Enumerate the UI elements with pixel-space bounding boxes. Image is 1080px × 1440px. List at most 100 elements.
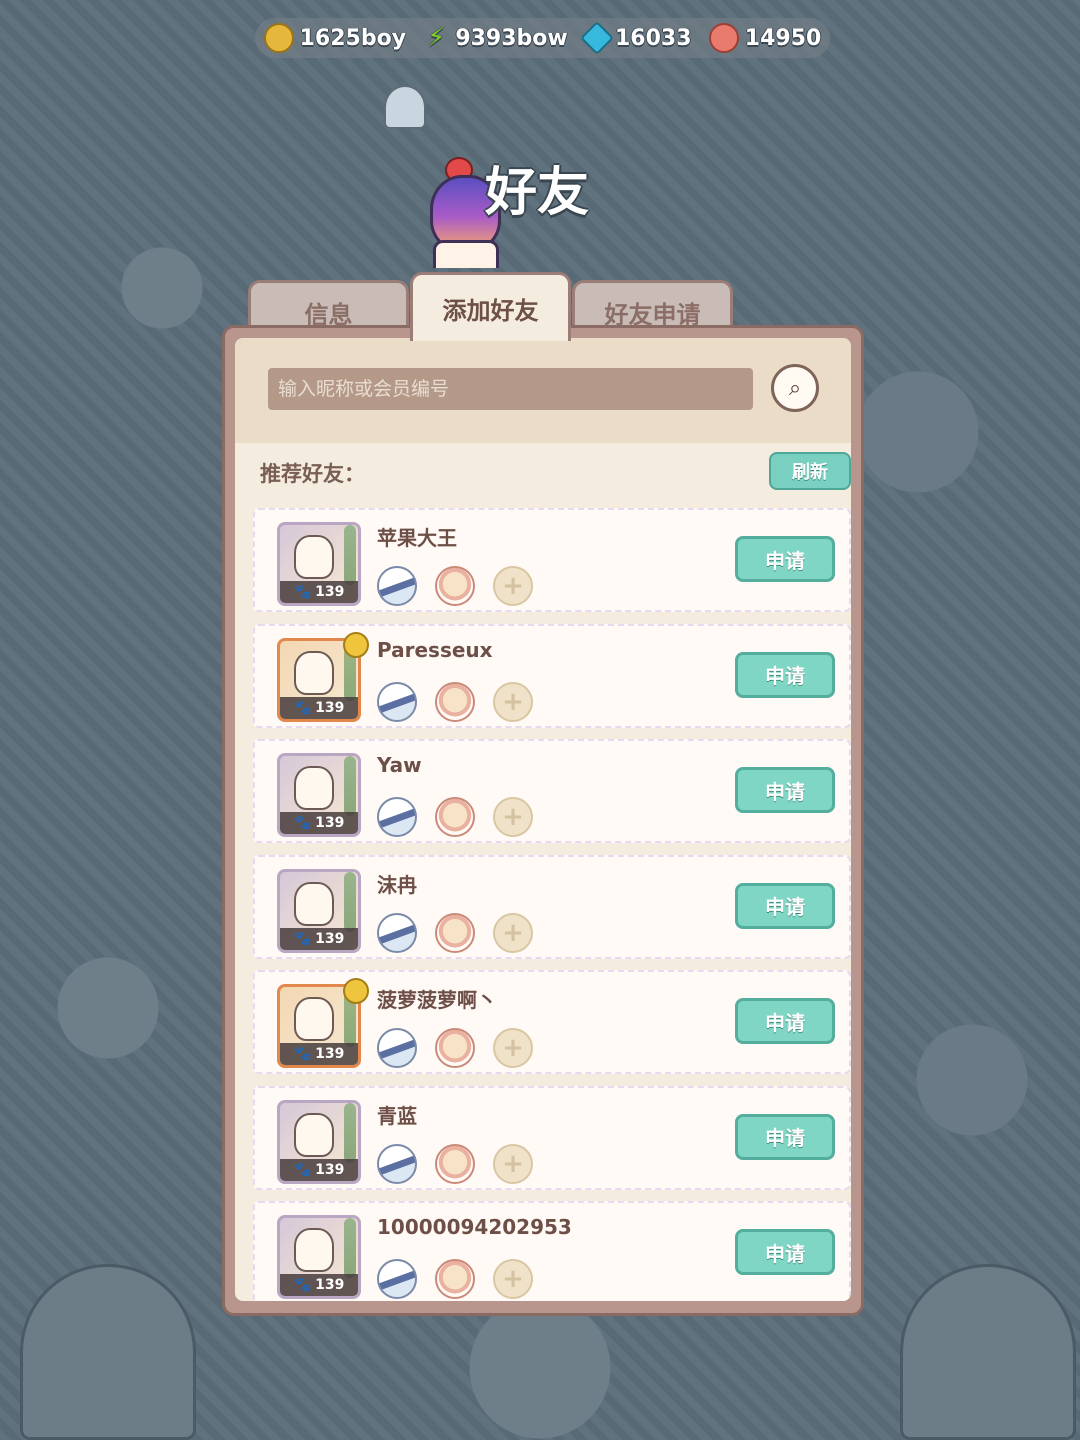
add-badge-icon[interactable]: + — [493, 681, 533, 722]
energy-value: 9393bow — [455, 25, 568, 51]
cat-icon — [294, 535, 334, 579]
shell-counter[interactable]: 14950 — [708, 23, 822, 53]
add-badge-icon[interactable]: + — [493, 1259, 533, 1299]
avatar[interactable]: 🐾 139 — [277, 1099, 361, 1184]
snow-globe-icon[interactable] — [384, 85, 426, 129]
apply-button[interactable]: 申请 — [735, 536, 835, 582]
apply-button[interactable]: 申请 — [735, 882, 835, 929]
apply-button[interactable]: 申请 — [735, 1229, 835, 1275]
friend-card: 🐾 139 菠萝菠萝啊丶 + 申请 — [253, 970, 851, 1074]
add-badge-icon[interactable]: + — [493, 797, 533, 837]
friend-card: 🐾 139 苹果大王 + 申请 — [253, 508, 851, 612]
level-badge: 🐾 139 — [280, 581, 358, 603]
star-badge-icon[interactable] — [435, 797, 475, 837]
friend-name: Yaw — [377, 753, 422, 777]
add-badge-icon[interactable]: + — [493, 1028, 533, 1068]
friends-panel: ⌕ 推荐好友： 刷新 🐾 139 苹果大王 + 申请 🐾 — [222, 325, 864, 1316]
badge-row: + — [377, 1143, 533, 1184]
friend-name: 苹果大王 — [377, 526, 457, 550]
cat-icon — [294, 997, 334, 1041]
wave-badge-icon[interactable] — [377, 566, 417, 606]
medal-icon — [343, 978, 369, 1004]
wave-badge-icon[interactable] — [377, 912, 417, 953]
add-badge-icon[interactable]: + — [493, 566, 533, 606]
level-value: 139 — [315, 815, 345, 831]
vine-decoration — [344, 1102, 356, 1163]
cat-icon — [294, 881, 334, 926]
search-area: ⌕ — [235, 338, 851, 443]
search-input[interactable] — [268, 368, 753, 410]
search-button[interactable]: ⌕ — [771, 364, 819, 412]
paw-icon: 🐾 — [293, 930, 312, 947]
tree-decoration — [20, 1264, 196, 1440]
apply-button[interactable]: 申请 — [735, 998, 835, 1044]
energy-counter[interactable]: ⚡ 9393bow — [423, 23, 568, 53]
star-badge-icon[interactable] — [435, 1028, 475, 1068]
wave-badge-icon[interactable] — [377, 681, 417, 722]
cat-icon — [294, 1112, 334, 1157]
paw-icon: 🐾 — [293, 699, 312, 716]
badge-row: + — [377, 912, 533, 953]
friend-name: 沫冉 — [377, 872, 417, 897]
apply-button[interactable]: 申请 — [735, 651, 835, 698]
refresh-button[interactable]: 刷新 — [769, 452, 851, 490]
cat-icon — [294, 1228, 334, 1272]
level-value: 139 — [315, 930, 345, 947]
level-value: 139 — [315, 1161, 345, 1178]
avatar[interactable]: 🐾 139 — [277, 753, 361, 837]
star-badge-icon[interactable] — [435, 1143, 475, 1184]
paw-icon: 🐾 — [293, 1277, 312, 1293]
coin-counter[interactable]: 1625boy — [263, 23, 406, 53]
level-badge: 🐾 139 — [280, 812, 358, 834]
level-badge: 🐾 139 — [280, 1274, 358, 1296]
lightning-icon: ⚡ — [427, 23, 446, 53]
magnifier-icon: ⌕ — [788, 375, 802, 401]
level-badge: 🐾 139 — [280, 696, 358, 719]
tab-add-friend[interactable]: 添加好友 — [410, 272, 571, 341]
gem-value: 16033 — [614, 25, 692, 51]
wave-badge-icon[interactable] — [377, 797, 417, 837]
avatar[interactable]: 🐾 139 — [277, 1215, 361, 1299]
badge-row: + — [377, 566, 533, 606]
friend-card: 🐾 139 10000094202953 + 申请 — [253, 1201, 851, 1301]
tree-decoration — [900, 1264, 1076, 1440]
shell-value: 14950 — [744, 25, 822, 51]
friend-name: Paresseux — [377, 637, 493, 662]
avatar[interactable]: 🐾 139 — [277, 868, 361, 953]
avatar[interactable]: 🐾 139 — [277, 522, 361, 606]
star-badge-icon[interactable] — [435, 681, 475, 722]
badge-row: + — [377, 797, 533, 837]
apply-button[interactable]: 申请 — [735, 1113, 835, 1160]
gem-icon — [580, 21, 614, 55]
currency-bar: 1625boy ⚡ 9393bow 16033 14950 — [255, 18, 830, 58]
page-title: 好友 — [485, 163, 590, 223]
paw-icon: 🐾 — [293, 584, 312, 600]
cat-icon — [294, 650, 334, 695]
star-badge-icon[interactable] — [435, 912, 475, 953]
wave-badge-icon[interactable] — [377, 1028, 417, 1068]
apply-button[interactable]: 申请 — [735, 767, 835, 813]
level-badge: 🐾 139 — [280, 1043, 358, 1065]
friend-card: 🐾 139 沫冉 + 申请 — [253, 854, 851, 959]
level-badge: 🐾 139 — [280, 927, 358, 950]
level-badge: 🐾 139 — [280, 1158, 358, 1181]
level-value: 139 — [315, 699, 345, 716]
star-badge-icon[interactable] — [435, 566, 475, 606]
medal-icon — [343, 631, 369, 658]
wave-badge-icon[interactable] — [377, 1143, 417, 1184]
gem-counter[interactable]: 16033 — [580, 21, 692, 55]
level-value: 139 — [315, 1277, 345, 1293]
friend-card: 🐾 139 青蓝 + 申请 — [253, 1085, 851, 1190]
friend-name: 青蓝 — [377, 1103, 417, 1128]
paw-icon: 🐾 — [293, 1161, 312, 1178]
friend-card: 🐾 139 Paresseux + 申请 — [253, 623, 851, 728]
shell-icon — [708, 23, 739, 53]
friend-list: 🐾 139 苹果大王 + 申请 🐾 139 Paresseux + 申请 🐾 1… — [253, 508, 851, 1301]
wave-badge-icon[interactable] — [377, 1259, 417, 1299]
cat-icon — [294, 766, 334, 810]
coin-icon — [263, 23, 294, 53]
add-badge-icon[interactable]: + — [493, 1143, 533, 1184]
level-value: 139 — [315, 584, 345, 600]
add-badge-icon[interactable]: + — [493, 912, 533, 953]
star-badge-icon[interactable] — [435, 1259, 475, 1299]
